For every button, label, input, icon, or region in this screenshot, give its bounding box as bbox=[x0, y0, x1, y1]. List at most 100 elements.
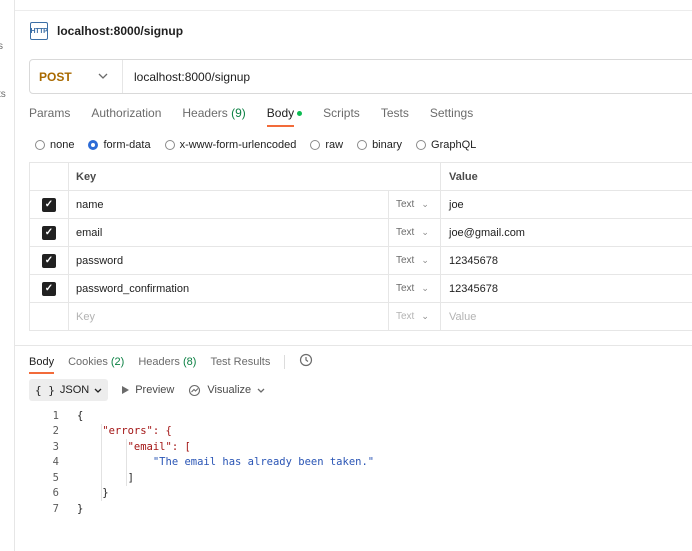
chevron-down-icon: ⌄ bbox=[421, 199, 429, 209]
code-line: 6 } bbox=[29, 486, 374, 502]
new-key-input[interactable]: Key bbox=[69, 303, 389, 330]
type-label: Text bbox=[396, 227, 415, 238]
line-number: 2 bbox=[52, 425, 59, 438]
key-cell[interactable]: password_confirmation bbox=[69, 275, 389, 302]
type-select[interactable]: Text ⌄ bbox=[389, 191, 441, 218]
response-body-code[interactable]: 1{ 2 "errors": { 3 "email": [ 4 "The ema… bbox=[29, 408, 374, 517]
code-text: } bbox=[77, 487, 109, 500]
value-cell[interactable]: 12345678 bbox=[441, 247, 692, 274]
code-text: { bbox=[77, 409, 84, 422]
format-select[interactable]: { } JSON bbox=[29, 379, 109, 401]
checkbox-checked-icon[interactable]: ✓ bbox=[42, 253, 56, 268]
code-line: 1{ bbox=[29, 408, 374, 424]
code-text: "The email has already been taken." bbox=[77, 456, 375, 469]
body-type-form-data[interactable]: form-data bbox=[88, 139, 151, 151]
chevron-down-icon[interactable] bbox=[257, 388, 265, 393]
tab-authorization[interactable]: Authorization bbox=[91, 106, 161, 127]
new-value-input[interactable]: Value bbox=[441, 303, 692, 330]
value-cell[interactable]: joe bbox=[441, 191, 692, 218]
type-select[interactable]: Text ⌄ bbox=[389, 247, 441, 274]
form-data-table: Key Value ✓ name Text ⌄ joe ✓ email Text ⌄… bbox=[29, 162, 692, 331]
tab-label: Params bbox=[29, 106, 71, 120]
status-dot bbox=[297, 111, 303, 117]
code-text: } bbox=[77, 502, 84, 515]
tab-label: Body bbox=[266, 106, 295, 120]
method-label: POST bbox=[39, 69, 72, 84]
response-tabs: Body Cookies (2) Headers (8) Test Result… bbox=[29, 353, 313, 376]
body-type-none[interactable]: none bbox=[35, 139, 74, 151]
visualize-icon bbox=[189, 384, 201, 396]
tab-response-body[interactable]: Body bbox=[29, 355, 55, 374]
key-cell[interactable]: email bbox=[69, 219, 389, 246]
method-select[interactable]: POST bbox=[30, 60, 123, 93]
body-type-binary[interactable]: binary bbox=[357, 139, 402, 151]
type-label: Text bbox=[396, 311, 415, 322]
request-name[interactable]: localhost:8000/signup bbox=[57, 24, 183, 38]
format-label: JSON bbox=[59, 384, 90, 396]
check-cell bbox=[30, 303, 69, 330]
check-cell: ✓ bbox=[30, 247, 69, 274]
tab-headers[interactable]: Headers (9) bbox=[182, 106, 245, 127]
type-label: Text bbox=[396, 283, 415, 294]
chevron-down-icon: ⌄ bbox=[421, 227, 429, 237]
header-check-cell bbox=[30, 163, 69, 190]
key-cell[interactable]: password bbox=[69, 247, 389, 274]
indent-guide bbox=[101, 424, 102, 501]
request-tabs: Params Authorization Headers (9) Body Sc… bbox=[29, 106, 473, 127]
request-title: HTTP localhost:8000/signup bbox=[30, 22, 183, 40]
tab-label: Body bbox=[29, 355, 55, 368]
body-type-graphql[interactable]: GraphQL bbox=[416, 139, 476, 151]
value-cell[interactable]: joe@gmail.com bbox=[441, 219, 692, 246]
tab-settings[interactable]: Settings bbox=[430, 106, 473, 127]
checkbox-checked-icon[interactable]: ✓ bbox=[42, 281, 56, 296]
line-number: 4 bbox=[52, 456, 59, 469]
checkbox-checked-icon[interactable]: ✓ bbox=[42, 225, 56, 240]
type-label: Text bbox=[396, 255, 415, 266]
check-cell: ✓ bbox=[30, 275, 69, 302]
key-cell[interactable]: name bbox=[69, 191, 389, 218]
body-type-urlencoded[interactable]: x-www-form-urlencoded bbox=[164, 139, 297, 151]
sidebar-text-fragment: s bbox=[0, 41, 3, 52]
tab-scripts[interactable]: Scripts bbox=[323, 106, 360, 127]
table-row: ✓ email Text ⌄ joe@gmail.com bbox=[30, 219, 692, 247]
tab-label: Test Results bbox=[210, 355, 271, 368]
line-number: 5 bbox=[52, 471, 59, 484]
code-text: "errors": { bbox=[77, 425, 172, 438]
radio-icon bbox=[310, 140, 321, 150]
tab-label: Tests bbox=[380, 106, 409, 120]
radio-label: none bbox=[50, 139, 75, 151]
type-select[interactable]: Text ⌄ bbox=[389, 219, 441, 246]
visualize-button[interactable]: Visualize bbox=[188, 384, 265, 397]
history-icon[interactable] bbox=[299, 353, 313, 370]
tab-test-results[interactable]: Test Results bbox=[210, 356, 270, 374]
tab-label: Headers bbox=[138, 355, 180, 368]
code-text: "email": [ bbox=[77, 440, 191, 453]
separator bbox=[284, 354, 286, 369]
code-line: 7} bbox=[29, 501, 374, 517]
radio-label: binary bbox=[372, 139, 403, 151]
preview-button[interactable]: Preview bbox=[122, 384, 174, 396]
indent-guide bbox=[126, 439, 127, 486]
value-cell[interactable]: 12345678 bbox=[441, 275, 692, 302]
url-input[interactable]: localhost:8000/signup bbox=[123, 70, 250, 84]
tab-cookies[interactable]: Cookies (2) bbox=[68, 356, 124, 374]
tab-tests[interactable]: Tests bbox=[381, 106, 409, 127]
body-type-raw[interactable]: raw bbox=[310, 139, 343, 151]
type-select[interactable]: Text ⌄ bbox=[389, 275, 441, 302]
radio-label: raw bbox=[325, 139, 344, 151]
table-header-row: Key Value bbox=[30, 163, 692, 191]
tab-response-headers[interactable]: Headers (8) bbox=[138, 356, 196, 374]
checkbox-checked-icon[interactable]: ✓ bbox=[42, 197, 56, 212]
code-line: 4 "The email has already been taken." bbox=[29, 455, 374, 471]
pane-divider[interactable] bbox=[15, 345, 692, 346]
type-label: Text bbox=[396, 199, 415, 210]
tab-label: Scripts bbox=[323, 106, 360, 120]
type-select[interactable]: Text ⌄ bbox=[389, 303, 441, 330]
radio-label: x-www-form-urlencoded bbox=[179, 139, 297, 151]
tab-label: Cookies bbox=[68, 355, 108, 368]
line-number: 1 bbox=[52, 409, 59, 422]
tab-body[interactable]: Body bbox=[266, 106, 303, 127]
tab-params[interactable]: Params bbox=[29, 106, 70, 127]
tab-label: Headers bbox=[182, 106, 228, 120]
chevron-down-icon: ⌄ bbox=[421, 255, 429, 265]
